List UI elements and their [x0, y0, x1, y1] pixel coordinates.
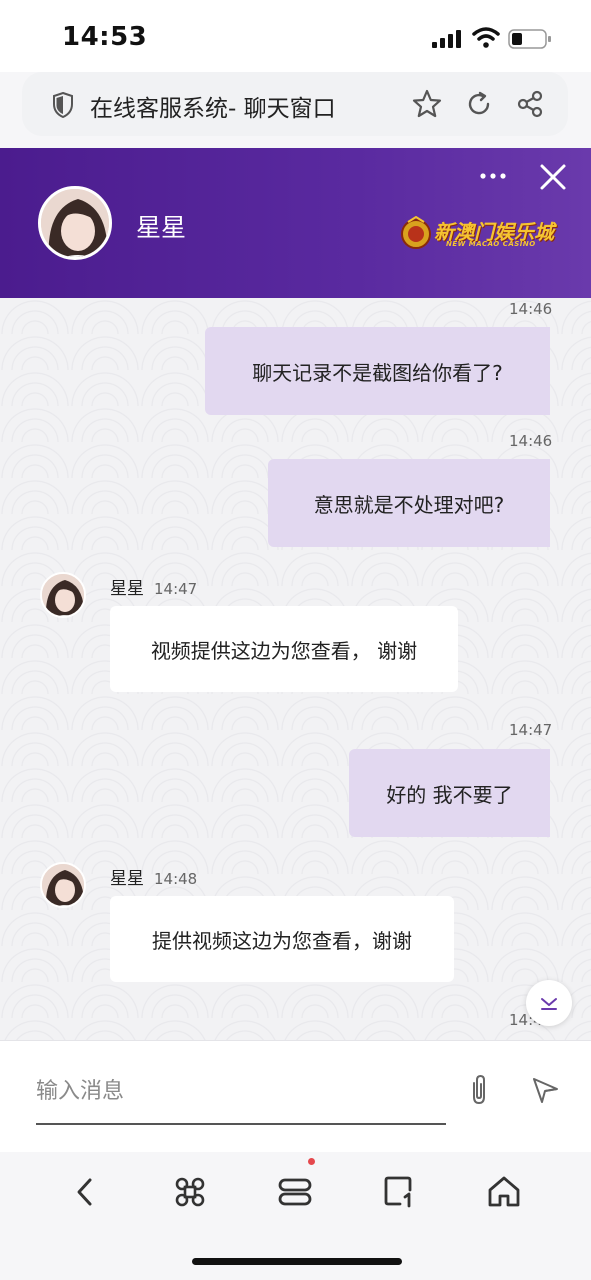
- status-time: 14:53: [62, 22, 148, 52]
- agent-name: 星星: [136, 213, 187, 242]
- sender-name: 星星: [110, 579, 144, 599]
- message-text: 好的 我不要了: [386, 782, 513, 807]
- send-icon[interactable]: [530, 1075, 560, 1105]
- scroll-down-icon: [541, 998, 557, 1010]
- message-text: 聊天记录不是截图给你看了?: [252, 360, 503, 385]
- agent-avatar-small: [40, 572, 86, 618]
- lion-badge-icon: [401, 216, 431, 249]
- logo-subtext: NEW MACAO CASINO: [446, 240, 536, 248]
- home-icon[interactable]: [486, 1174, 522, 1210]
- page-title: 在线客服系统- 聊天窗口: [90, 96, 336, 122]
- outgoing-message[interactable]: 意思就是不处理对吧?: [268, 459, 550, 547]
- more-icon[interactable]: [478, 162, 508, 190]
- chat-header: 星星 新澳门娱乐城 NEW MACAO CASINO: [0, 148, 591, 298]
- message-time: 14:46: [509, 300, 553, 318]
- attachment-icon[interactable]: [466, 1073, 492, 1107]
- chat-messages[interactable]: 14:46 聊天记录不是截图给你看了? 14:46 意思就是不处理对吧? 星星 1…: [0, 298, 591, 1040]
- star-icon[interactable]: [412, 89, 442, 119]
- message-sender: 星星 14:48: [110, 864, 197, 889]
- command-icon[interactable]: [172, 1174, 208, 1210]
- message-time: 14:47: [509, 721, 553, 739]
- notification-dot: [308, 1158, 315, 1165]
- outgoing-message[interactable]: 好的 我不要了: [349, 749, 550, 837]
- message-time: 14:48: [154, 870, 198, 888]
- agent-avatar-small: [40, 862, 86, 908]
- outgoing-message[interactable]: 聊天记录不是截图给你看了?: [205, 327, 550, 415]
- message-time: 14:47: [154, 580, 198, 598]
- message-time: 14:46: [509, 432, 553, 450]
- battery-icon: [508, 29, 551, 49]
- incoming-message[interactable]: 提供视频这边为您查看，谢谢: [110, 896, 454, 982]
- message-text: 视频提供这边为您查看， 谢谢: [150, 638, 418, 663]
- back-icon[interactable]: [68, 1174, 104, 1210]
- agent-avatar: [38, 186, 112, 260]
- message-sender: 星星 14:47: [110, 574, 197, 599]
- casino-logo: 新澳门娱乐城 NEW MACAO CASINO: [400, 214, 554, 254]
- status-bar: 14:53: [0, 0, 591, 72]
- cellular-signal-icon: [432, 30, 461, 48]
- message-text: 提供视频这边为您查看，谢谢: [152, 928, 412, 953]
- home-indicator[interactable]: [192, 1258, 402, 1265]
- sender-name: 星星: [110, 869, 144, 889]
- share-icon[interactable]: [516, 90, 544, 118]
- tabs-icon[interactable]: [277, 1174, 313, 1210]
- wifi-icon: [472, 27, 500, 48]
- new-tab-icon[interactable]: [382, 1174, 418, 1210]
- scroll-to-bottom-button[interactable]: [526, 980, 572, 1026]
- message-composer: 输入消息: [0, 1040, 591, 1152]
- url-bar[interactable]: 在线客服系统- 聊天窗口: [22, 72, 568, 136]
- shield-icon[interactable]: [52, 92, 74, 118]
- message-input[interactable]: 输入消息: [36, 1071, 446, 1125]
- incoming-message[interactable]: 视频提供这边为您查看， 谢谢: [110, 606, 458, 692]
- close-icon[interactable]: [538, 162, 568, 192]
- reload-icon[interactable]: [465, 90, 493, 118]
- message-input-placeholder: 输入消息: [36, 1079, 125, 1104]
- message-text: 意思就是不处理对吧?: [313, 492, 505, 517]
